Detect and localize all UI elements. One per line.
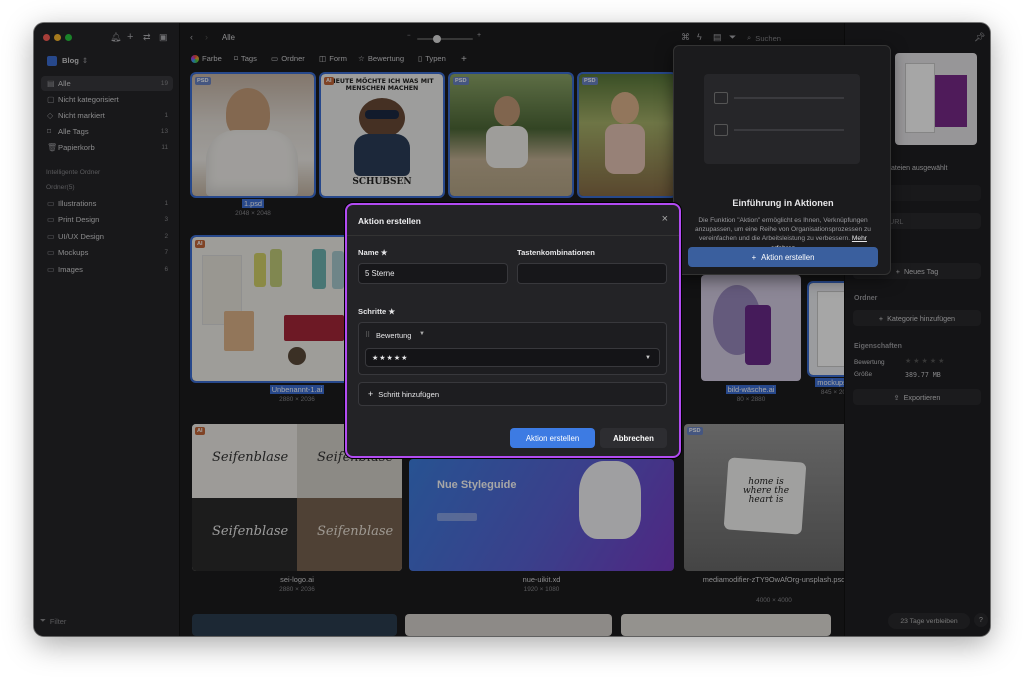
name-input[interactable]: 5 Sterne bbox=[358, 263, 508, 284]
plus-icon: + bbox=[368, 389, 374, 399]
popover-body-text: Die Funktion "Aktion" ermöglicht es Ihne… bbox=[695, 217, 871, 243]
cancel-button[interactable]: Abbrechen bbox=[600, 428, 667, 448]
add-step-label: Schritt hinzufügen bbox=[378, 389, 440, 399]
create-action-button[interactable]: Aktion erstellen bbox=[510, 428, 595, 448]
name-label: Name ★ bbox=[358, 248, 388, 257]
chevron-down-icon[interactable]: ▼ bbox=[419, 331, 425, 337]
popover-create-action-label: Aktion erstellen bbox=[761, 252, 815, 262]
step-card: ⠿ Bewertung ▼ ★★★★★ ▼ bbox=[358, 322, 667, 375]
step-type-label[interactable]: Bewertung bbox=[376, 331, 411, 340]
popover-create-action-button[interactable]: + Aktion erstellen bbox=[688, 247, 878, 267]
divider bbox=[347, 235, 679, 236]
create-action-dialog: Aktion erstellen × Name ★ 5 Sterne Taste… bbox=[345, 203, 681, 458]
shortcut-input[interactable] bbox=[517, 263, 667, 284]
intro-illustration bbox=[704, 74, 860, 164]
drag-handle-icon[interactable]: ⠿ bbox=[365, 331, 370, 339]
app-window: 🔔︎ + ⇄ ▣ Blog ⇕ ▤ Alle 19 ▢ Nicht katego… bbox=[34, 23, 990, 636]
add-step-button[interactable]: + Schritt hinzufügen bbox=[358, 382, 667, 406]
tag-icon bbox=[714, 124, 728, 136]
placeholder-line bbox=[734, 129, 844, 131]
rating-select-value: ★★★★★ bbox=[372, 354, 409, 362]
placeholder-line bbox=[734, 97, 844, 99]
rating-select[interactable]: ★★★★★ ▼ bbox=[365, 348, 660, 367]
dialog-title: Aktion erstellen bbox=[358, 216, 421, 226]
popover-title: Einführung in Aktionen bbox=[732, 198, 834, 208]
steps-label: Schritte ★ bbox=[358, 307, 396, 316]
shortcut-label: Tastenkombinationen bbox=[517, 248, 595, 257]
folder-icon bbox=[714, 92, 728, 104]
close-icon[interactable]: × bbox=[662, 213, 668, 225]
name-input-value: 5 Sterne bbox=[365, 269, 395, 278]
chevron-down-icon: ▼ bbox=[645, 354, 651, 361]
plus-icon: + bbox=[751, 252, 757, 262]
actions-intro-popover: Einführung in Aktionen Die Funktion "Akt… bbox=[673, 45, 891, 275]
